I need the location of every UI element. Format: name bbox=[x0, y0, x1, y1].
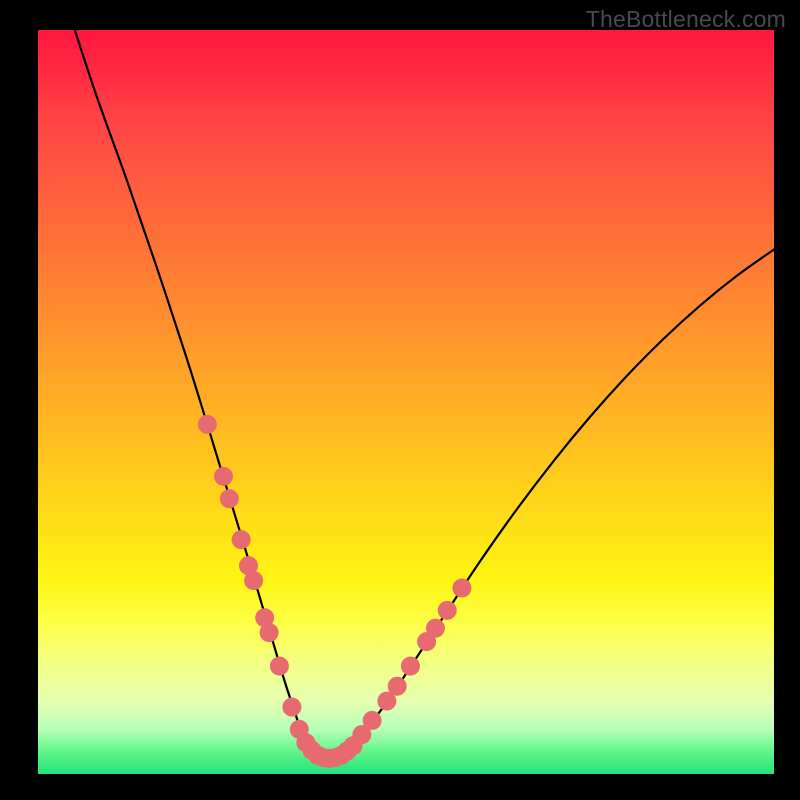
curve-marker bbox=[198, 415, 217, 434]
curve-marker bbox=[214, 467, 233, 486]
curve-marker bbox=[260, 623, 279, 642]
curve-marker bbox=[426, 619, 445, 638]
curve-marker bbox=[363, 711, 382, 730]
chart-frame: TheBottleneck.com bbox=[0, 0, 800, 800]
marker-group bbox=[198, 415, 472, 768]
curve-marker bbox=[452, 579, 471, 598]
curve-marker bbox=[401, 657, 420, 676]
plot-area bbox=[38, 30, 774, 774]
curve-marker bbox=[282, 698, 301, 717]
curve-marker bbox=[220, 489, 239, 508]
curve-marker bbox=[388, 677, 407, 696]
curve-marker bbox=[244, 571, 263, 590]
curve-marker bbox=[438, 601, 457, 620]
watermark-text: TheBottleneck.com bbox=[586, 6, 786, 33]
curve-marker bbox=[232, 530, 251, 549]
chart-svg bbox=[38, 30, 774, 774]
curve-marker bbox=[270, 657, 289, 676]
